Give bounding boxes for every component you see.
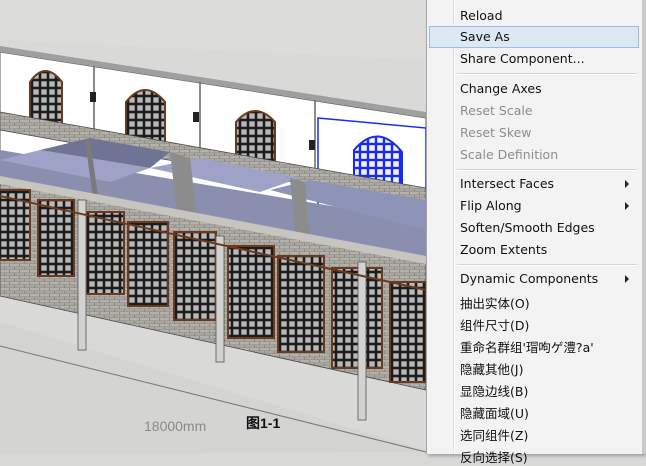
menu-item-toggle-edges[interactable]: 显隐边线(B) <box>429 378 639 400</box>
menu-item-rename-group[interactable]: 重命名群组'瑁呴ゲ澧?a' <box>429 334 639 356</box>
menu-separator <box>457 169 637 171</box>
context-menu: Reload Save As Share Component... Change… <box>426 0 644 465</box>
submenu-arrow-icon <box>625 275 629 283</box>
menu-item-select-same-component[interactable]: 选同组件(Z) <box>429 422 639 444</box>
menu-item-share-component[interactable]: Share Component... <box>429 48 639 70</box>
figure-caption: 图1-1 <box>246 415 281 431</box>
menu-separator <box>457 73 637 75</box>
menu-item-hide-others[interactable]: 隐藏其他(J) <box>429 356 639 378</box>
scrollbar-strip[interactable] <box>642 0 646 454</box>
menu-item-reset-scale: Reset Scale <box>460 103 533 118</box>
menu-item-zoom-extents[interactable]: Zoom Extents <box>429 239 639 261</box>
submenu-arrow-icon <box>625 180 629 188</box>
menu-item-extract-solid[interactable]: 抽出实体(O) <box>429 290 639 312</box>
menu-item-component-size[interactable]: 组件尺寸(D) <box>429 312 639 334</box>
menu-item-save-as[interactable]: Save As <box>429 26 639 48</box>
menu-item-flip-along[interactable]: Flip Along <box>429 195 639 217</box>
menu-item-invert-selection[interactable]: 反向选择(S) <box>429 444 639 466</box>
dimension-label: 18000mm <box>144 418 207 434</box>
menu-item-hide-faces[interactable]: 隐藏面域(U) <box>429 400 639 422</box>
menu-item-soften-smooth-edges[interactable]: Soften/Smooth Edges <box>429 217 639 239</box>
menu-item-reload[interactable]: Reload <box>429 5 639 27</box>
menu-item-dynamic-components[interactable]: Dynamic Components <box>429 268 639 290</box>
menu-separator <box>457 264 637 266</box>
menu-item-change-axes[interactable]: Change Axes <box>429 78 639 100</box>
menu-item-intersect-faces[interactable]: Intersect Faces <box>429 173 639 195</box>
menu-item-reset-skew: Reset Skew <box>460 125 532 140</box>
submenu-arrow-icon <box>625 202 629 210</box>
menu-item-scale-definition: Scale Definition <box>460 147 559 162</box>
